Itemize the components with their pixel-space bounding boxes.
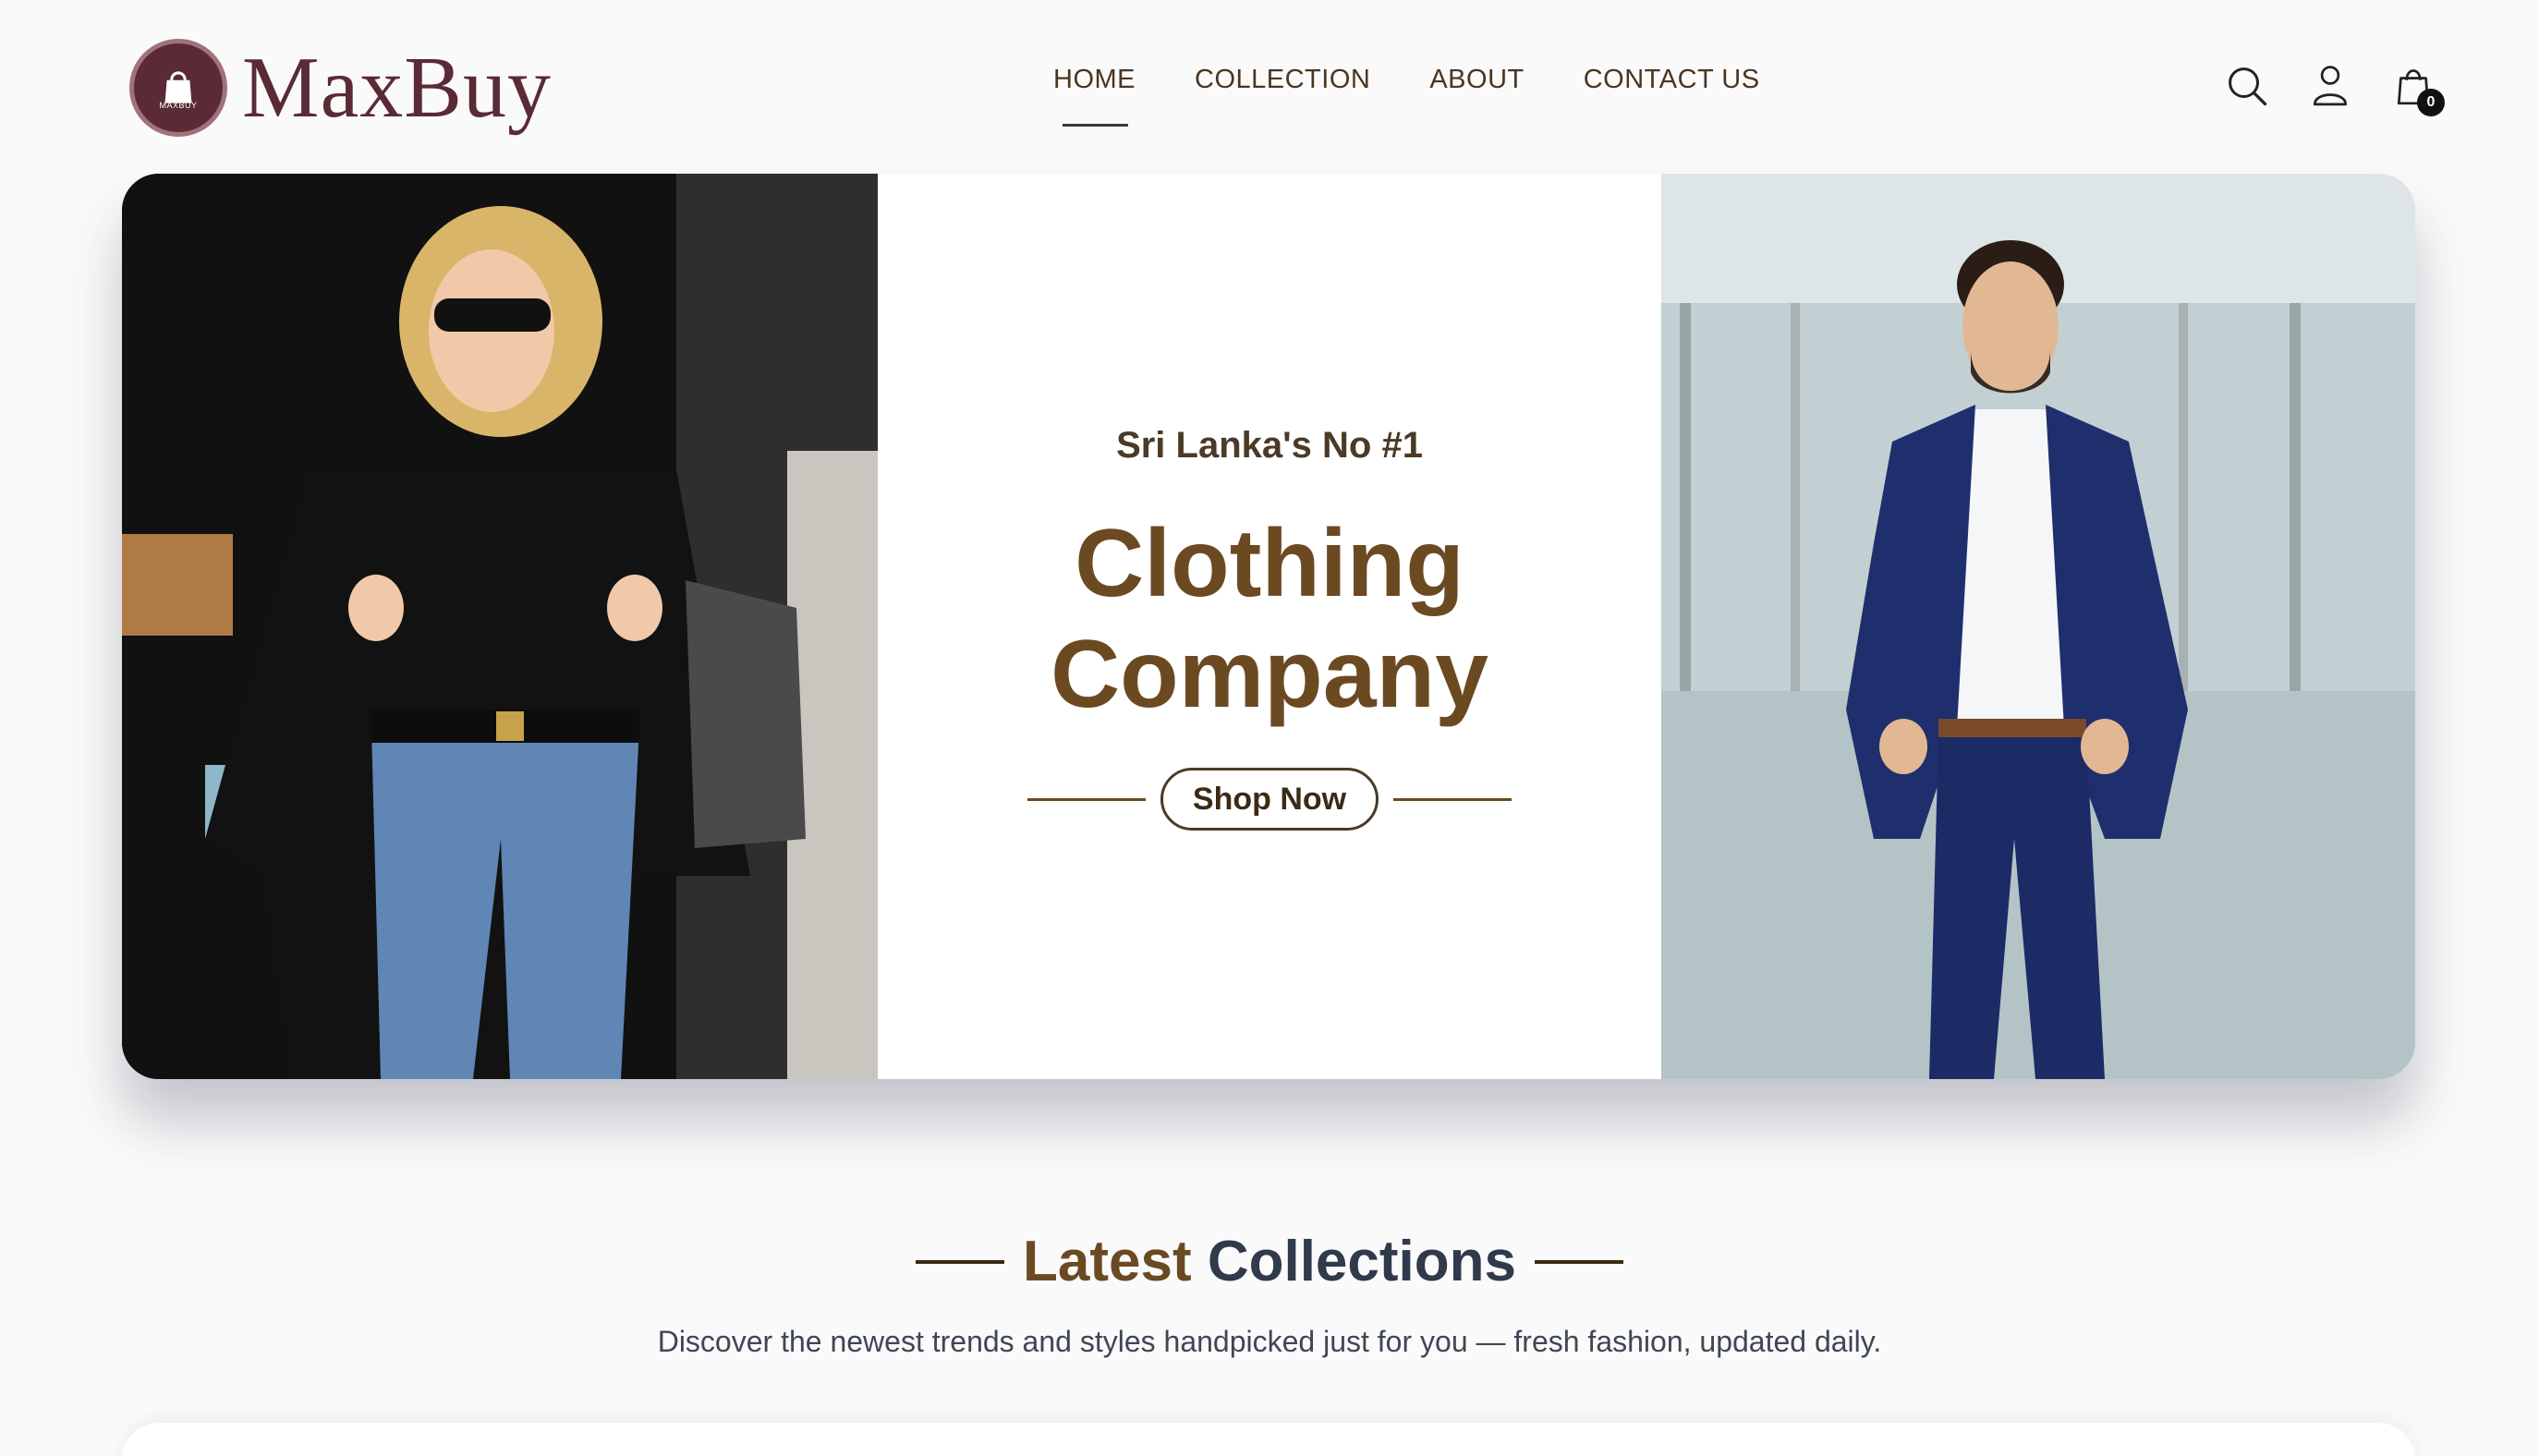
brand-name: MaxBuy xyxy=(242,40,552,136)
hero-text-panel: Sri Lanka's No #1 Clothing Company Shop … xyxy=(878,174,1661,1079)
header-actions: 0 xyxy=(2225,61,2445,116)
hero-title-line-1: Clothing xyxy=(1075,510,1464,617)
collections-card xyxy=(122,1423,2415,1456)
shop-now-button[interactable]: Shop Now xyxy=(1160,768,1379,831)
heading-divider-right xyxy=(1535,1259,1623,1264)
cart-button[interactable]: 0 xyxy=(2391,61,2445,116)
cta-divider-right xyxy=(1393,797,1512,801)
hero-cta-row: Shop Now xyxy=(878,768,1661,831)
user-icon xyxy=(2313,66,2348,106)
profile-button[interactable] xyxy=(2308,61,2352,111)
page: MAXBUY MaxBuy HOME COLLECTION ABOUT CONT… xyxy=(0,0,2539,1456)
hero-title: Clothing Company xyxy=(878,508,1661,730)
site-header: MAXBUY MaxBuy HOME COLLECTION ABOUT CONT… xyxy=(0,0,2539,174)
section-title: Latest Collections xyxy=(1023,1229,1516,1294)
logo-badge-icon: MAXBUY xyxy=(129,39,227,137)
section-subtitle: Discover the newest trends and styles ha… xyxy=(657,1325,1882,1358)
nav-contact-us[interactable]: CONTACT US xyxy=(1584,65,1760,127)
nav-about[interactable]: ABOUT xyxy=(1429,65,1524,127)
nav-home[interactable]: HOME xyxy=(1053,65,1136,127)
search-button[interactable] xyxy=(2225,61,2269,111)
man-suit-photo xyxy=(1661,174,2415,1079)
hero-title-line-2: Company xyxy=(1051,621,1488,728)
hero-banner: Sri Lanka's No #1 Clothing Company Shop … xyxy=(122,174,2415,1079)
woman-fashion-photo xyxy=(122,174,878,1079)
cart-count-badge: 0 xyxy=(2417,89,2445,116)
section-title-part-2: Collections xyxy=(1207,1230,1516,1293)
brand-logo[interactable]: MAXBUY MaxBuy xyxy=(129,37,552,139)
cta-divider-left xyxy=(1027,797,1146,801)
search-icon xyxy=(2229,67,2267,106)
nav-collection[interactable]: COLLECTION xyxy=(1195,65,1370,127)
hero-image-man xyxy=(1661,174,2415,1079)
section-title-part-1: Latest xyxy=(1022,1230,1192,1293)
hero-image-woman xyxy=(122,174,878,1079)
logo-badge-text: MAXBUY xyxy=(159,101,198,110)
hero-tagline: Sri Lanka's No #1 xyxy=(1116,425,1423,466)
main-nav: HOME COLLECTION ABOUT CONTACT US xyxy=(1053,65,1760,127)
latest-collections-heading: Latest Collections xyxy=(0,1229,2539,1294)
heading-divider-left xyxy=(915,1259,1004,1264)
